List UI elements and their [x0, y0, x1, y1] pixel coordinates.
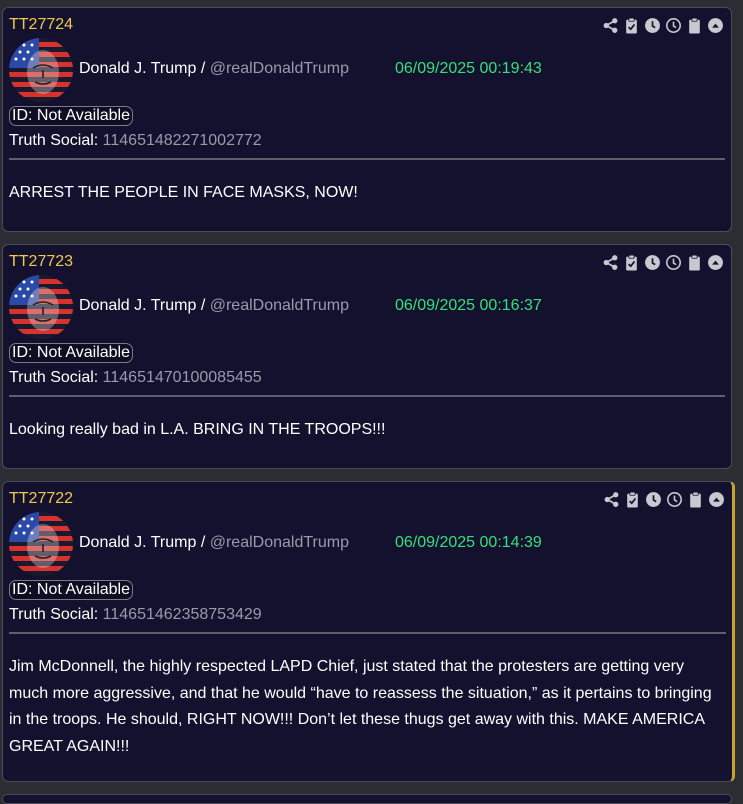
- clock-solid-icon[interactable]: [643, 16, 662, 34]
- post-card: TT27724 Donald J. Trump / @realDonaldTru…: [2, 7, 732, 232]
- collapse-up-icon[interactable]: [706, 253, 725, 271]
- post-id[interactable]: TT27724: [9, 16, 73, 34]
- collapse-up-icon[interactable]: [706, 16, 725, 34]
- post-id[interactable]: TT27722: [9, 490, 73, 508]
- author-line: Donald J. Trump / @realDonaldTrump: [79, 297, 349, 315]
- collapse-up-icon[interactable]: [707, 490, 726, 508]
- source-line: Truth Social: 114651470100085455: [9, 369, 262, 387]
- avatar[interactable]: [9, 275, 73, 339]
- author-name: Donald J. Trump /: [79, 60, 206, 77]
- share-icon[interactable]: [601, 16, 620, 34]
- clipboard-icon[interactable]: [686, 490, 705, 508]
- clock-outline-icon[interactable]: [665, 490, 684, 508]
- author-handle[interactable]: @realDonaldTrump: [210, 534, 349, 551]
- author-line: Donald J. Trump / @realDonaldTrump: [79, 534, 349, 552]
- clipboard-icon[interactable]: [685, 253, 704, 271]
- post-card-partial: [2, 794, 732, 804]
- id-badge: ID: Not Available: [9, 343, 133, 363]
- source-label: Truth Social:: [9, 606, 99, 623]
- post-toolbar: [602, 490, 726, 508]
- post-id[interactable]: TT27723: [9, 253, 73, 271]
- author-line: Donald J. Trump / @realDonaldTrump: [79, 60, 349, 78]
- source-id-link[interactable]: 114651470100085455: [103, 369, 262, 386]
- post-toolbar: [601, 16, 725, 34]
- share-icon[interactable]: [602, 490, 621, 508]
- clipboard-check-icon[interactable]: [622, 16, 641, 34]
- source-id-link[interactable]: 114651462358753429: [103, 606, 262, 623]
- author-handle[interactable]: @realDonaldTrump: [210, 297, 349, 314]
- post-text: Looking really bad in L.A. BRING IN THE …: [9, 421, 386, 438]
- source-label: Truth Social:: [9, 132, 99, 149]
- share-icon[interactable]: [601, 253, 620, 271]
- post-toolbar: [601, 253, 725, 271]
- timestamp[interactable]: 06/09/2025 00:16:37: [395, 297, 542, 315]
- divider: [9, 158, 725, 160]
- author-handle[interactable]: @realDonaldTrump: [210, 60, 349, 77]
- clock-solid-icon[interactable]: [644, 490, 663, 508]
- post-card: TT27722 Donald J. Trump / @realDonaldTru…: [2, 481, 735, 782]
- divider: [9, 632, 726, 634]
- post-text: Jim McDonnell, the highly respected LAPD…: [9, 658, 712, 755]
- post-card: TT27723 Donald J. Trump / @realDonaldTru…: [2, 244, 732, 469]
- author-name: Donald J. Trump /: [79, 297, 206, 314]
- timestamp[interactable]: 06/09/2025 00:19:43: [395, 60, 542, 78]
- clock-outline-icon[interactable]: [664, 16, 683, 34]
- avatar[interactable]: [9, 38, 73, 102]
- clipboard-icon[interactable]: [685, 16, 704, 34]
- source-line: Truth Social: 114651482271002772: [9, 132, 262, 150]
- avatar[interactable]: [9, 512, 73, 576]
- post-text: ARREST THE PEOPLE IN FACE MASKS, NOW!: [9, 184, 358, 201]
- source-line: Truth Social: 114651462358753429: [9, 606, 262, 624]
- divider: [9, 395, 725, 397]
- id-badge: ID: Not Available: [9, 106, 133, 126]
- timestamp[interactable]: 06/09/2025 00:14:39: [395, 534, 542, 552]
- clipboard-check-icon[interactable]: [623, 490, 642, 508]
- clock-solid-icon[interactable]: [643, 253, 662, 271]
- source-id-link[interactable]: 114651482271002772: [103, 132, 262, 149]
- clock-outline-icon[interactable]: [664, 253, 683, 271]
- clipboard-check-icon[interactable]: [622, 253, 641, 271]
- author-name: Donald J. Trump /: [79, 534, 206, 551]
- id-badge: ID: Not Available: [9, 580, 133, 600]
- source-label: Truth Social:: [9, 369, 99, 386]
